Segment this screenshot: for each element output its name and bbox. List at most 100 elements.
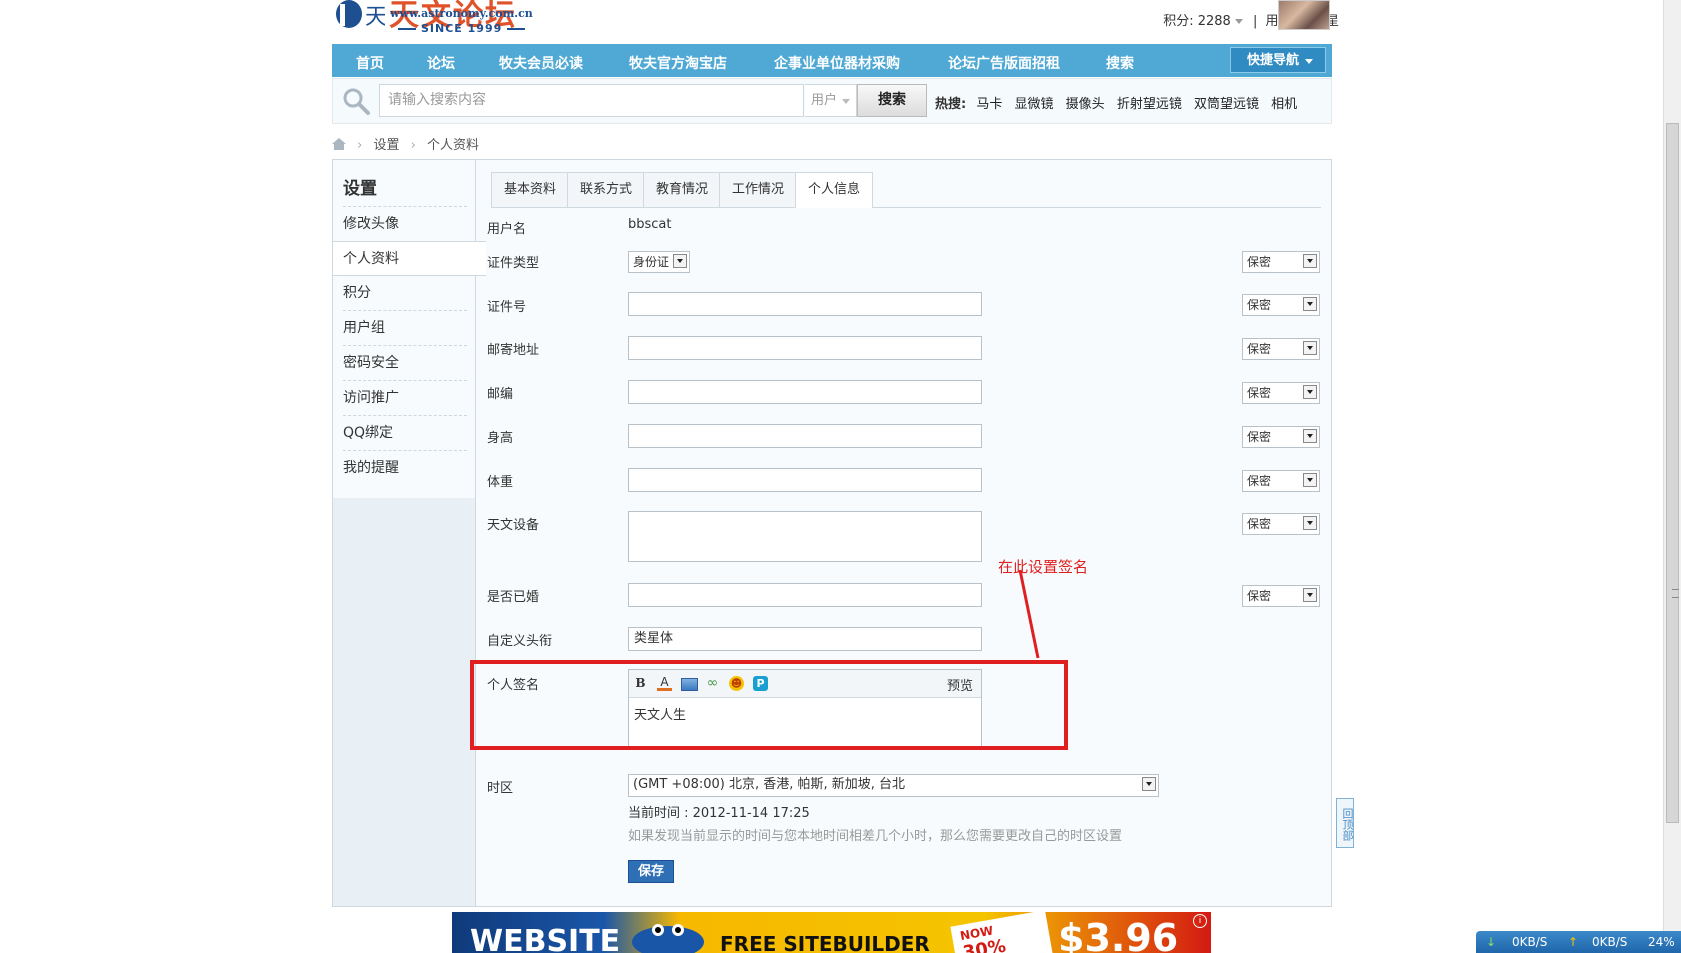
upload-speed: 0KB/S: [1592, 935, 1628, 949]
sidebar-item-qq[interactable]: QQ绑定: [343, 415, 467, 450]
privacy-select[interactable]: 保密: [1242, 338, 1320, 360]
nav-procurement[interactable]: 企事业单位器材采购: [774, 53, 900, 73]
privacy-select[interactable]: 保密: [1242, 294, 1320, 316]
ad-banner[interactable]: WEBSITE FREE SITEBUILDER NOW 30% $3.96 i: [452, 912, 1211, 953]
avatar[interactable]: [1278, 0, 1330, 30]
nav-taobao[interactable]: 牧夫官方淘宝店: [629, 53, 727, 73]
chevron-down-icon: [1303, 429, 1317, 443]
nav-ad-rental[interactable]: 论坛广告版面招租: [948, 53, 1060, 73]
privacy-select[interactable]: 保密: [1242, 470, 1320, 492]
height-input[interactable]: [628, 424, 982, 448]
nav-home[interactable]: 首页: [356, 53, 384, 73]
ad-discount: NOW 30%: [950, 912, 1054, 953]
married-input[interactable]: [628, 583, 982, 607]
chevron-down-icon[interactable]: [1234, 19, 1243, 24]
chevron-down-icon: [1305, 59, 1313, 64]
settings-sidebar: 设置 修改头像 个人资料 积分 用户组 密码安全 访问推广 QQ绑定 我的提醒: [333, 160, 486, 906]
home-icon[interactable]: [332, 138, 346, 150]
quick-nav-label: 快捷导航: [1247, 53, 1300, 68]
timezone-select[interactable]: (GMT +08:00) 北京, 香港, 帕斯, 新加坡, 台北: [628, 774, 1159, 797]
address-label: 邮寄地址: [487, 343, 540, 358]
custom-title-input[interactable]: 类星体: [628, 627, 982, 651]
equipment-label: 天文设备: [487, 518, 540, 533]
hot-item[interactable]: 折射望远镜: [1117, 97, 1182, 112]
custom-title-label: 自定义头衔: [487, 634, 553, 649]
chevron-down-icon: [842, 99, 850, 104]
svg-text:天: 天: [365, 5, 385, 30]
sidebar-item-avatar[interactable]: 修改头像: [343, 206, 467, 241]
idno-input[interactable]: [628, 292, 982, 316]
info-icon[interactable]: i: [1193, 914, 1207, 928]
zip-input[interactable]: [628, 380, 982, 404]
weight-label: 体重: [487, 475, 514, 490]
settings-panel: 设置 修改头像 个人资料 积分 用户组 密码安全 访问推广 QQ绑定 我的提醒 …: [332, 159, 1332, 907]
site-logo[interactable]: 天 天文论坛 www.astronomy.com.cn SINCE 1999: [333, 0, 538, 38]
tab-personal[interactable]: 个人信息: [795, 172, 874, 208]
user-points[interactable]: 积分: 2288: [1163, 14, 1231, 29]
sidebar-item-profile[interactable]: 个人资料: [333, 241, 486, 276]
timezone-label: 时区: [487, 781, 514, 796]
sidebar-fill: [333, 498, 475, 906]
download-speed: 0KB/S: [1512, 935, 1548, 949]
save-button[interactable]: 保存: [628, 860, 674, 883]
privacy-value: 保密: [1247, 517, 1272, 531]
privacy-value: 保密: [1247, 430, 1272, 444]
scrollbar-thumb[interactable]: [1666, 123, 1679, 823]
sidebar-item-usergroup[interactable]: 用户组: [343, 310, 467, 345]
tab-work[interactable]: 工作情况: [719, 172, 798, 207]
back-to-top-button[interactable]: 回顶部: [1336, 798, 1354, 848]
nav-member-guide[interactable]: 牧夫会员必读: [499, 53, 583, 73]
hot-item[interactable]: 马卡: [976, 97, 1002, 112]
search-type-value: 用户: [811, 93, 838, 108]
hot-item[interactable]: 双筒望远镜: [1194, 97, 1259, 112]
chevron-down-icon: [1303, 341, 1317, 355]
timezone-value: (GMT +08:00) 北京, 香港, 帕斯, 新加坡, 台北: [633, 777, 906, 792]
search-bar: 请输入搜索内容 用户 搜索 热搜: 马卡 显微镜 摄像头 折射望远镜 双筒望远镜…: [332, 78, 1332, 124]
privacy-select[interactable]: 保密: [1242, 513, 1320, 535]
privacy-select[interactable]: 保密: [1242, 251, 1320, 273]
vertical-scrollbar[interactable]: [1663, 0, 1681, 953]
privacy-select[interactable]: 保密: [1242, 426, 1320, 448]
weight-input[interactable]: [628, 468, 982, 492]
search-button[interactable]: 搜索: [857, 84, 927, 117]
current-time: 当前时间 : 2012-11-14 17:25: [628, 806, 810, 821]
idtype-select[interactable]: 身份证: [628, 251, 690, 273]
grip-icon: [1672, 589, 1679, 598]
mascot-icon: [632, 924, 704, 953]
privacy-select[interactable]: 保密: [1242, 585, 1320, 607]
equipment-textarea[interactable]: [628, 511, 982, 562]
breadcrumb: › 设置 › 个人资料: [332, 134, 479, 153]
sidebar-item-reminders[interactable]: 我的提醒: [343, 450, 467, 485]
annotation-box: [470, 660, 1068, 750]
hot-searches: 热搜: 马卡 显微镜 摄像头 折射望远镜 双筒望远镜 相机: [935, 93, 1305, 112]
hot-item[interactable]: 显微镜: [1015, 97, 1054, 112]
ad-subtitle: FREE SITEBUILDER: [720, 932, 930, 953]
breadcrumb-settings[interactable]: 设置: [373, 138, 399, 153]
tab-basic[interactable]: 基本资料: [491, 172, 570, 207]
nav-search[interactable]: 搜索: [1106, 53, 1134, 73]
user-sep: |: [1252, 14, 1258, 29]
chevron-down-icon: [1142, 777, 1156, 791]
sidebar-item-points[interactable]: 积分: [343, 275, 467, 310]
ad-word: WEBSITE: [470, 924, 621, 953]
breadcrumb-profile: 个人资料: [426, 138, 479, 153]
network-speed-widget[interactable]: ↓ 0KB/S ↑ 0KB/S 24%: [1476, 931, 1681, 953]
download-arrow-icon: ↓: [1486, 935, 1497, 949]
search-type-select[interactable]: 用户: [805, 84, 857, 117]
cpu-percent: 24%: [1648, 935, 1675, 949]
sidebar-item-promotion[interactable]: 访问推广: [343, 380, 467, 415]
hot-item[interactable]: 相机: [1271, 97, 1297, 112]
idtype-value: 身份证: [633, 255, 670, 269]
nav-forum[interactable]: 论坛: [427, 53, 455, 73]
quick-nav-button[interactable]: 快捷导航: [1230, 47, 1326, 73]
privacy-select[interactable]: 保密: [1242, 382, 1320, 404]
hot-item[interactable]: 摄像头: [1066, 97, 1105, 112]
address-input[interactable]: [628, 336, 982, 360]
search-input[interactable]: 请输入搜索内容: [379, 84, 804, 117]
annotation-arrow: [1018, 569, 1040, 659]
tab-contact[interactable]: 联系方式: [567, 172, 646, 207]
tab-education[interactable]: 教育情况: [643, 172, 722, 207]
idno-label: 证件号: [487, 300, 527, 315]
sidebar-item-security[interactable]: 密码安全: [343, 345, 467, 380]
chevron-down-icon: [673, 254, 687, 268]
